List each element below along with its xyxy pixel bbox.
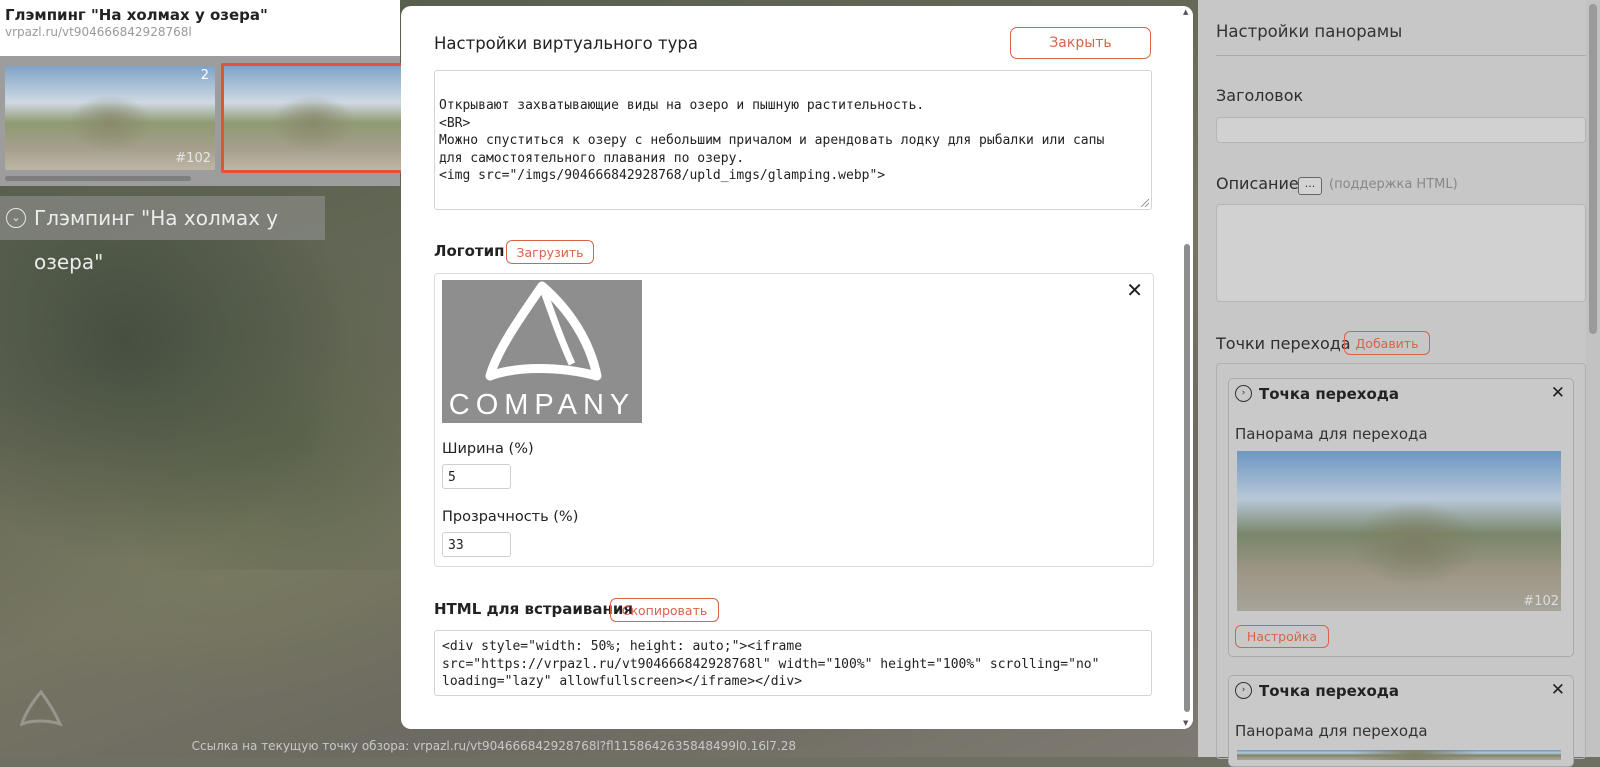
heading-label: Заголовок <box>1216 86 1304 105</box>
description-textarea[interactable] <box>1216 204 1586 302</box>
width-label: Ширина (%) <box>442 441 534 457</box>
tour-header: Глэмпинг "На холмах у озера" vrpazl.ru/v… <box>0 0 400 56</box>
description-label: Описание <box>1216 174 1299 193</box>
scroll-down-icon[interactable]: ▼ <box>1183 719 1188 727</box>
embed-html-label: HTML для встраивания <box>434 600 634 618</box>
opacity-label: Прозрачность (%) <box>442 509 579 525</box>
logo-company-text: COMPANY <box>448 389 636 421</box>
transition-count: 2 <box>200 68 209 83</box>
description-text: Открывают захватывающие виды на озеро и … <box>439 98 1105 183</box>
upload-logo-button[interactable]: Загрузить <box>506 240 594 264</box>
modal-scrollbar-thumb[interactable] <box>1184 244 1190 712</box>
card-subtitle: Панорама для перехода <box>1235 722 1428 740</box>
logo-settings-box: COMPANY ✕ Ширина (%) 5 Прозрачность (%) … <box>434 273 1154 567</box>
panorama-thumbnail-selected[interactable] <box>221 63 405 173</box>
width-input[interactable]: 5 <box>442 464 511 489</box>
target-panorama-preview[interactable] <box>1237 750 1561 760</box>
tour-title: Глэмпинг "На холмах у озера" <box>5 6 268 24</box>
html-support-hint: (поддержка HTML) <box>1329 177 1458 192</box>
target-panorama-preview[interactable]: #102 <box>1237 451 1561 611</box>
transitions-label: Точки перехода <box>1216 334 1351 353</box>
company-logo-image: COMPANY <box>442 280 642 423</box>
logo-label: Логотип <box>434 242 505 260</box>
transition-card: › Точка перехода ✕ Панорама для перехода <box>1228 675 1574 767</box>
panel-title: Настройки панорамы <box>1216 22 1403 41</box>
opacity-input[interactable]: 33 <box>442 532 511 557</box>
scroll-up-icon[interactable]: ▲ <box>1183 8 1188 16</box>
close-icon[interactable]: ✕ <box>1551 383 1565 403</box>
copy-button[interactable]: Скопировать <box>610 598 719 622</box>
current-view-link[interactable]: Ссылка на текущую точку обзора: vrpazl.r… <box>192 739 796 753</box>
panel-scrollbar[interactable] <box>1586 0 1600 757</box>
card-title: Точка перехода <box>1259 385 1400 403</box>
thumbnail-scrollbar[interactable] <box>5 176 191 181</box>
close-button[interactable]: Закрыть <box>1010 27 1151 59</box>
panorama-settings-panel: Настройки панорамы Заголовок Описание ..… <box>1198 0 1600 767</box>
heading-input[interactable] <box>1216 117 1586 143</box>
panorama-number: #102 <box>1523 594 1559 609</box>
chevron-circle-icon[interactable]: ⌄ <box>6 208 26 228</box>
close-icon[interactable]: ✕ <box>1551 680 1565 700</box>
panorama-number: #102 <box>175 151 211 166</box>
panel-scrollbar-thumb[interactable] <box>1589 4 1597 334</box>
modal-title: Настройки виртуального тура <box>434 34 698 53</box>
panorama-thumbnail-strip: 2 #102 <box>0 56 405 186</box>
divider <box>1216 55 1586 56</box>
card-subtitle: Панорама для перехода <box>1235 425 1428 443</box>
transition-card: › Точка перехода ✕ Панорама для перехода… <box>1228 378 1574 657</box>
watermark-logo <box>19 690 63 727</box>
remove-logo-icon[interactable]: ✕ <box>1126 280 1143 300</box>
card-title: Точка перехода <box>1259 682 1400 700</box>
embed-code-field[interactable]: <div style="width: 50%; height: auto;"><… <box>434 630 1152 696</box>
add-transition-button[interactable]: Добавить <box>1344 331 1430 355</box>
tour-url[interactable]: vrpazl.ru/vt904666842928768l <box>5 25 192 39</box>
scene-title-overlay: ⌄ Глэмпинг "На холмах у озера" <box>0 196 325 274</box>
resize-handle-icon[interactable] <box>1141 199 1149 207</box>
tour-settings-modal: Настройки виртуального тура Закрыть Откр… <box>401 6 1193 729</box>
tour-description-textarea[interactable]: Открывают захватывающие виды на озеро и … <box>434 70 1152 210</box>
modal-scrollbar[interactable]: ▲ ▼ <box>1181 6 1193 729</box>
chevron-right-icon[interactable]: › <box>1235 682 1252 699</box>
chevron-right-icon[interactable]: › <box>1235 385 1252 402</box>
transition-settings-button[interactable]: Настройка <box>1235 625 1329 648</box>
panorama-thumbnail[interactable]: 2 #102 <box>5 66 215 170</box>
more-button[interactable]: ... <box>1298 177 1322 195</box>
